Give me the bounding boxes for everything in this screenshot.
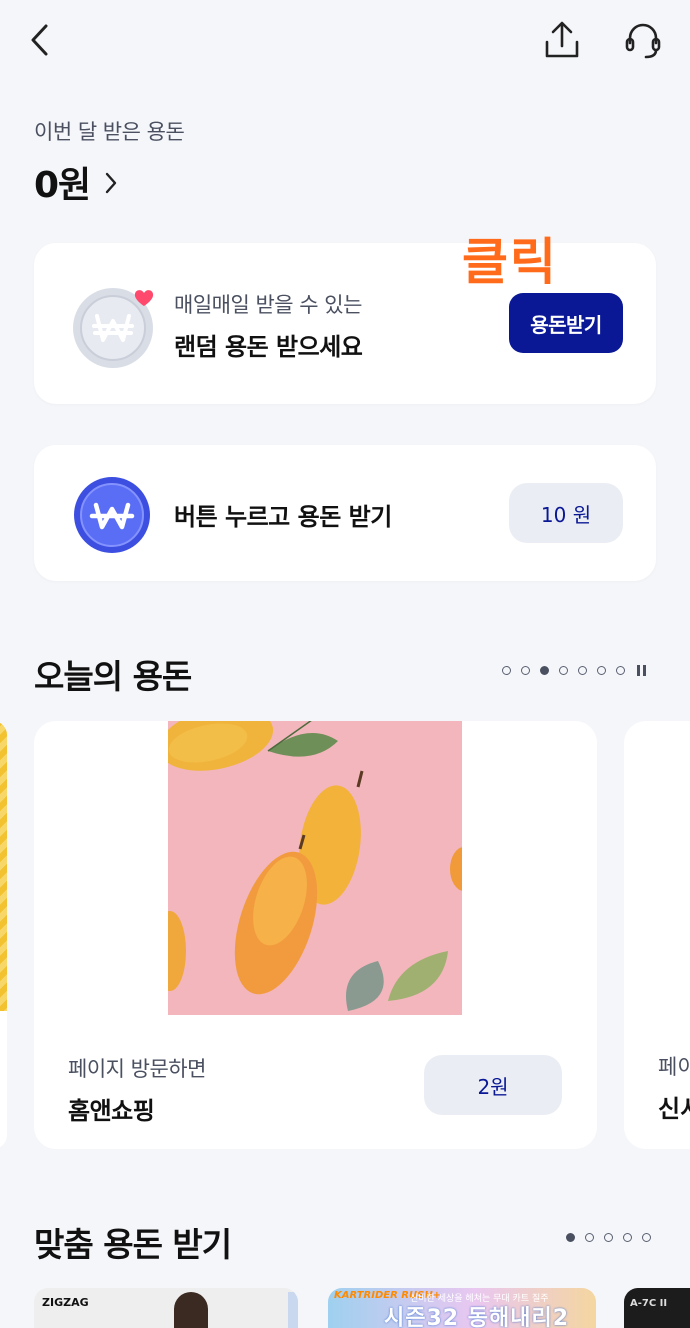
monthly-allowance-amount[interactable]: 0원 [34,156,118,208]
amount-value: 0원 [34,165,91,206]
random-card-title: 랜덤 용돈 받으세요 [174,333,363,361]
carousel-dot[interactable] [559,666,568,675]
pause-icon[interactable] [637,665,646,676]
custom-section-title: 맞춤 용돈 받기 [34,1225,232,1264]
carousel-dot[interactable] [616,666,625,675]
blue-won-coin-icon [74,477,150,553]
chevron-right-icon [105,172,117,194]
share-button[interactable] [540,18,584,62]
chevron-left-icon [31,24,48,56]
today-section-title: 오늘의 용돈 [34,657,192,696]
model-image [174,1292,208,1328]
zigzag-brand-text: ZIGZAG [42,1296,89,1309]
today-carousel-indicator[interactable] [502,665,646,676]
carousel-dot-active[interactable] [540,666,549,675]
support-button[interactable] [620,18,666,62]
carousel-dot[interactable] [521,666,530,675]
silver-won-coin-icon [73,288,154,368]
carousel-dot[interactable] [502,666,511,675]
today-slide[interactable]: 페이지 방문하면 홈앤쇼핑 2원 [34,721,597,1149]
kartrider-headline: 시즌32 동해내리2 [384,1306,570,1328]
carousel-dot[interactable] [623,1233,632,1242]
carousel-dot[interactable] [604,1233,613,1242]
custom-carousel-indicator[interactable] [566,1233,661,1242]
click-annotation: 클릭 [462,233,558,291]
get-allowance-button[interactable]: 용돈받기 [509,293,623,353]
slide-title: 홈앤쇼핑 [68,1097,155,1125]
camera-model-tag: A-7C II [630,1298,668,1309]
next-slide-subtitle: 페이 [658,1055,690,1079]
back-button[interactable] [18,18,62,62]
reward-amount-badge[interactable]: 10 원 [509,483,623,543]
custom-item-kartrider[interactable]: KARTRIDER RUSH+ 신비한 세상을 헤쳐는 무대 카트 질주 시즌3… [328,1288,596,1328]
next-slide-title: 신서 [658,1095,690,1123]
carousel-dot[interactable] [597,666,606,675]
random-allowance-card: 매일매일 받을 수 있는 랜덤 용돈 받으세요 용돈받기 [34,243,656,404]
dress-image [288,1292,298,1328]
custom-item-camera[interactable]: A-7C II [624,1288,690,1328]
custom-item-zigzag[interactable]: ZIGZAG [34,1288,298,1328]
carousel-dot-active[interactable] [566,1233,575,1242]
carousel-dot[interactable] [642,1233,651,1242]
carousel-dot[interactable] [578,666,587,675]
next-slide[interactable]: 페이 신서 [624,721,690,1149]
monthly-allowance-label: 이번 달 받은 용돈 [34,120,185,144]
button-card-title: 버튼 누르고 용돈 받기 [174,503,392,531]
slide-subtitle: 페이지 방문하면 [68,1057,206,1081]
previous-slide[interactable] [0,721,7,1149]
slide-reward-badge[interactable]: 2원 [424,1055,562,1115]
mango-product-image [168,721,462,1015]
carousel-dot[interactable] [585,1233,594,1242]
button-allowance-card[interactable]: 버튼 누르고 용돈 받기 10 원 [34,445,656,581]
random-card-subtitle: 매일매일 받을 수 있는 [174,293,362,317]
previous-slide-image [0,721,7,1011]
share-upload-icon [545,21,579,58]
headset-icon [625,23,661,59]
